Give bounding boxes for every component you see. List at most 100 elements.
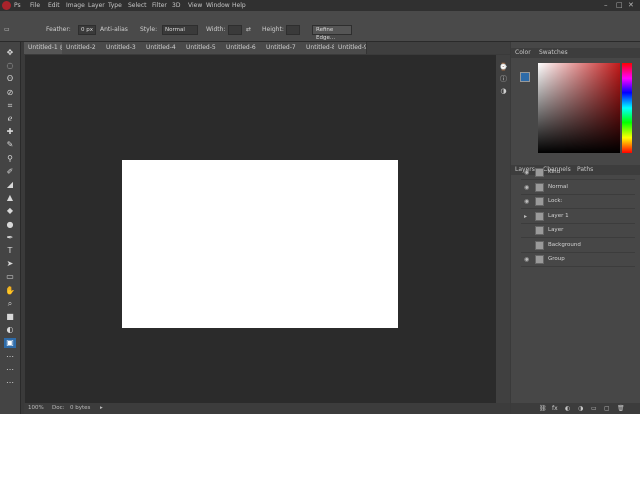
layer-row[interactable]: Background: [521, 239, 635, 253]
marquee-icon[interactable]: ◌: [4, 61, 16, 71]
layer-name: Layer 1: [548, 212, 569, 219]
layer-name: Layer: [548, 227, 564, 233]
minimize-button[interactable]: –: [604, 0, 608, 11]
extra-tool-1-icon[interactable]: ⋯: [4, 352, 16, 362]
quick-mask-icon[interactable]: ◐: [4, 325, 16, 335]
layer-row[interactable]: ◉ Lock:: [521, 195, 635, 209]
dodge-icon[interactable]: ●: [4, 220, 16, 230]
layer-visibility-icon[interactable]: ▸: [524, 210, 527, 223]
width-input[interactable]: [228, 25, 242, 35]
group-icon[interactable]: ▭: [591, 403, 597, 414]
layer-visibility-icon[interactable]: ◉: [524, 253, 529, 266]
fx-icon[interactable]: fx: [552, 403, 558, 414]
document-tab-strip: Untitled-1 @ 100% (RGB/8) Untitled-2 Unt…: [24, 42, 510, 54]
layer-visibility-icon[interactable]: ◉: [524, 166, 529, 179]
layer-name: Group: [548, 256, 565, 262]
document-tab[interactable]: Untitled-9: [334, 42, 367, 54]
menu-edit[interactable]: Edit: [48, 0, 60, 11]
layer-thumbnail: [535, 197, 544, 206]
crop-icon[interactable]: ⌗: [4, 101, 16, 111]
blur-icon[interactable]: ◆: [4, 206, 16, 216]
layer-visibility-icon[interactable]: ◉: [524, 181, 529, 194]
type-icon[interactable]: T: [4, 246, 16, 256]
zoom-icon[interactable]: ⌕: [4, 299, 16, 309]
layer-row[interactable]: ◉ Kind: [521, 166, 635, 180]
layer-thumbnail: [535, 182, 544, 192]
feather-input[interactable]: 0 px: [78, 25, 96, 35]
close-button[interactable]: ✕: [628, 0, 634, 11]
tab-color[interactable]: Color: [515, 48, 531, 58]
new-layer-icon[interactable]: ▢: [604, 403, 610, 414]
document-tab-active[interactable]: Untitled-1 @ 100% (RGB/8): [24, 42, 63, 54]
tab-swatches[interactable]: Swatches: [539, 48, 568, 58]
layer-visibility-icon[interactable]: ◉: [524, 195, 529, 208]
layer-row[interactable]: ◉ Normal: [521, 181, 635, 195]
color-field[interactable]: [538, 63, 620, 153]
screen-mode-icon[interactable]: ▣: [4, 338, 16, 349]
swap-icon[interactable]: ⇄: [246, 25, 251, 35]
healing-icon[interactable]: ✚: [4, 127, 16, 137]
history-brush-icon[interactable]: ✐: [4, 167, 16, 177]
extra-tool-3-icon[interactable]: ⋯: [4, 378, 16, 388]
menu-layer[interactable]: Layer: [88, 0, 105, 11]
height-label: Height:: [262, 26, 284, 33]
brush-icon[interactable]: ✎: [4, 140, 16, 150]
layer-thumbnail: [535, 255, 544, 264]
layer-thumbnail: [535, 226, 544, 235]
path-select-icon[interactable]: ➤: [4, 259, 16, 269]
document-tab[interactable]: Untitled-5: [182, 42, 223, 54]
doc-size-label: Doc:: [52, 405, 65, 411]
swatch-foreground-icon[interactable]: ■: [4, 312, 16, 322]
eyedropper-icon[interactable]: ℯ: [4, 114, 16, 124]
status-menu-arrow-icon[interactable]: ▸: [100, 403, 103, 414]
menu-select[interactable]: Select: [128, 0, 147, 11]
tool-preset-picker[interactable]: ▭: [4, 25, 10, 35]
menu-image[interactable]: Image: [66, 0, 85, 11]
menu-view[interactable]: View: [188, 0, 202, 11]
move-icon[interactable]: ✥: [4, 48, 16, 58]
document-canvas[interactable]: [122, 160, 398, 328]
shape-icon[interactable]: ▭: [4, 272, 16, 282]
anti-alias-checkbox[interactable]: Anti-alias: [100, 25, 128, 35]
layer-name: Lock:: [548, 198, 563, 204]
document-tab[interactable]: Untitled-2: [62, 42, 103, 54]
eraser-icon[interactable]: ◢: [4, 180, 16, 190]
menu-type[interactable]: Type: [108, 0, 122, 11]
menu-filter[interactable]: Filter: [152, 0, 167, 11]
pen-icon[interactable]: ✒: [4, 233, 16, 243]
refine-edge-button[interactable]: Refine Edge...: [312, 25, 352, 41]
adjustments-panel-icon[interactable]: ◑: [499, 87, 508, 96]
lasso-icon[interactable]: ʘ: [4, 74, 16, 84]
height-input[interactable]: [286, 25, 300, 35]
document-tab[interactable]: Untitled-8: [302, 42, 335, 54]
doc-size-value: 0 bytes: [70, 405, 91, 411]
hand-icon[interactable]: ✋: [4, 286, 16, 296]
menu-window[interactable]: Window: [206, 0, 230, 11]
zoom-level[interactable]: 100%: [28, 403, 44, 414]
menu-help[interactable]: Help: [232, 0, 246, 11]
foreground-color-swatch[interactable]: [520, 72, 530, 82]
document-tab[interactable]: Untitled-4: [142, 42, 183, 54]
style-select[interactable]: Normal: [162, 25, 198, 35]
extra-tool-2-icon[interactable]: ⋯: [4, 365, 16, 375]
adjustment-layer-icon[interactable]: ◑: [578, 403, 583, 414]
menu-file[interactable]: File: [30, 0, 40, 11]
stamp-icon[interactable]: ⚲: [4, 154, 16, 164]
history-panel-icon[interactable]: ⌚: [499, 63, 508, 72]
layer-mask-icon[interactable]: ◐: [565, 403, 570, 414]
delete-layer-icon[interactable]: 🗑: [617, 403, 625, 414]
document-tab[interactable]: Untitled-3: [102, 42, 143, 54]
layer-row[interactable]: Layer: [521, 224, 635, 238]
layer-row[interactable]: ▸ Layer 1: [521, 210, 635, 224]
maximize-button[interactable]: □: [616, 0, 623, 11]
document-tab[interactable]: Untitled-7: [262, 42, 303, 54]
quick-select-icon[interactable]: ⊘: [4, 88, 16, 98]
gradient-icon[interactable]: ▲: [4, 193, 16, 203]
width-label: Width:: [206, 26, 226, 33]
menu-3d[interactable]: 3D: [172, 0, 180, 11]
layer-row[interactable]: ◉ Group: [521, 253, 635, 267]
link-layers-icon[interactable]: ⛓: [539, 403, 547, 414]
hue-slider[interactable]: [622, 63, 632, 153]
properties-panel-icon[interactable]: ⓘ: [499, 75, 508, 84]
document-tab[interactable]: Untitled-6: [222, 42, 263, 54]
